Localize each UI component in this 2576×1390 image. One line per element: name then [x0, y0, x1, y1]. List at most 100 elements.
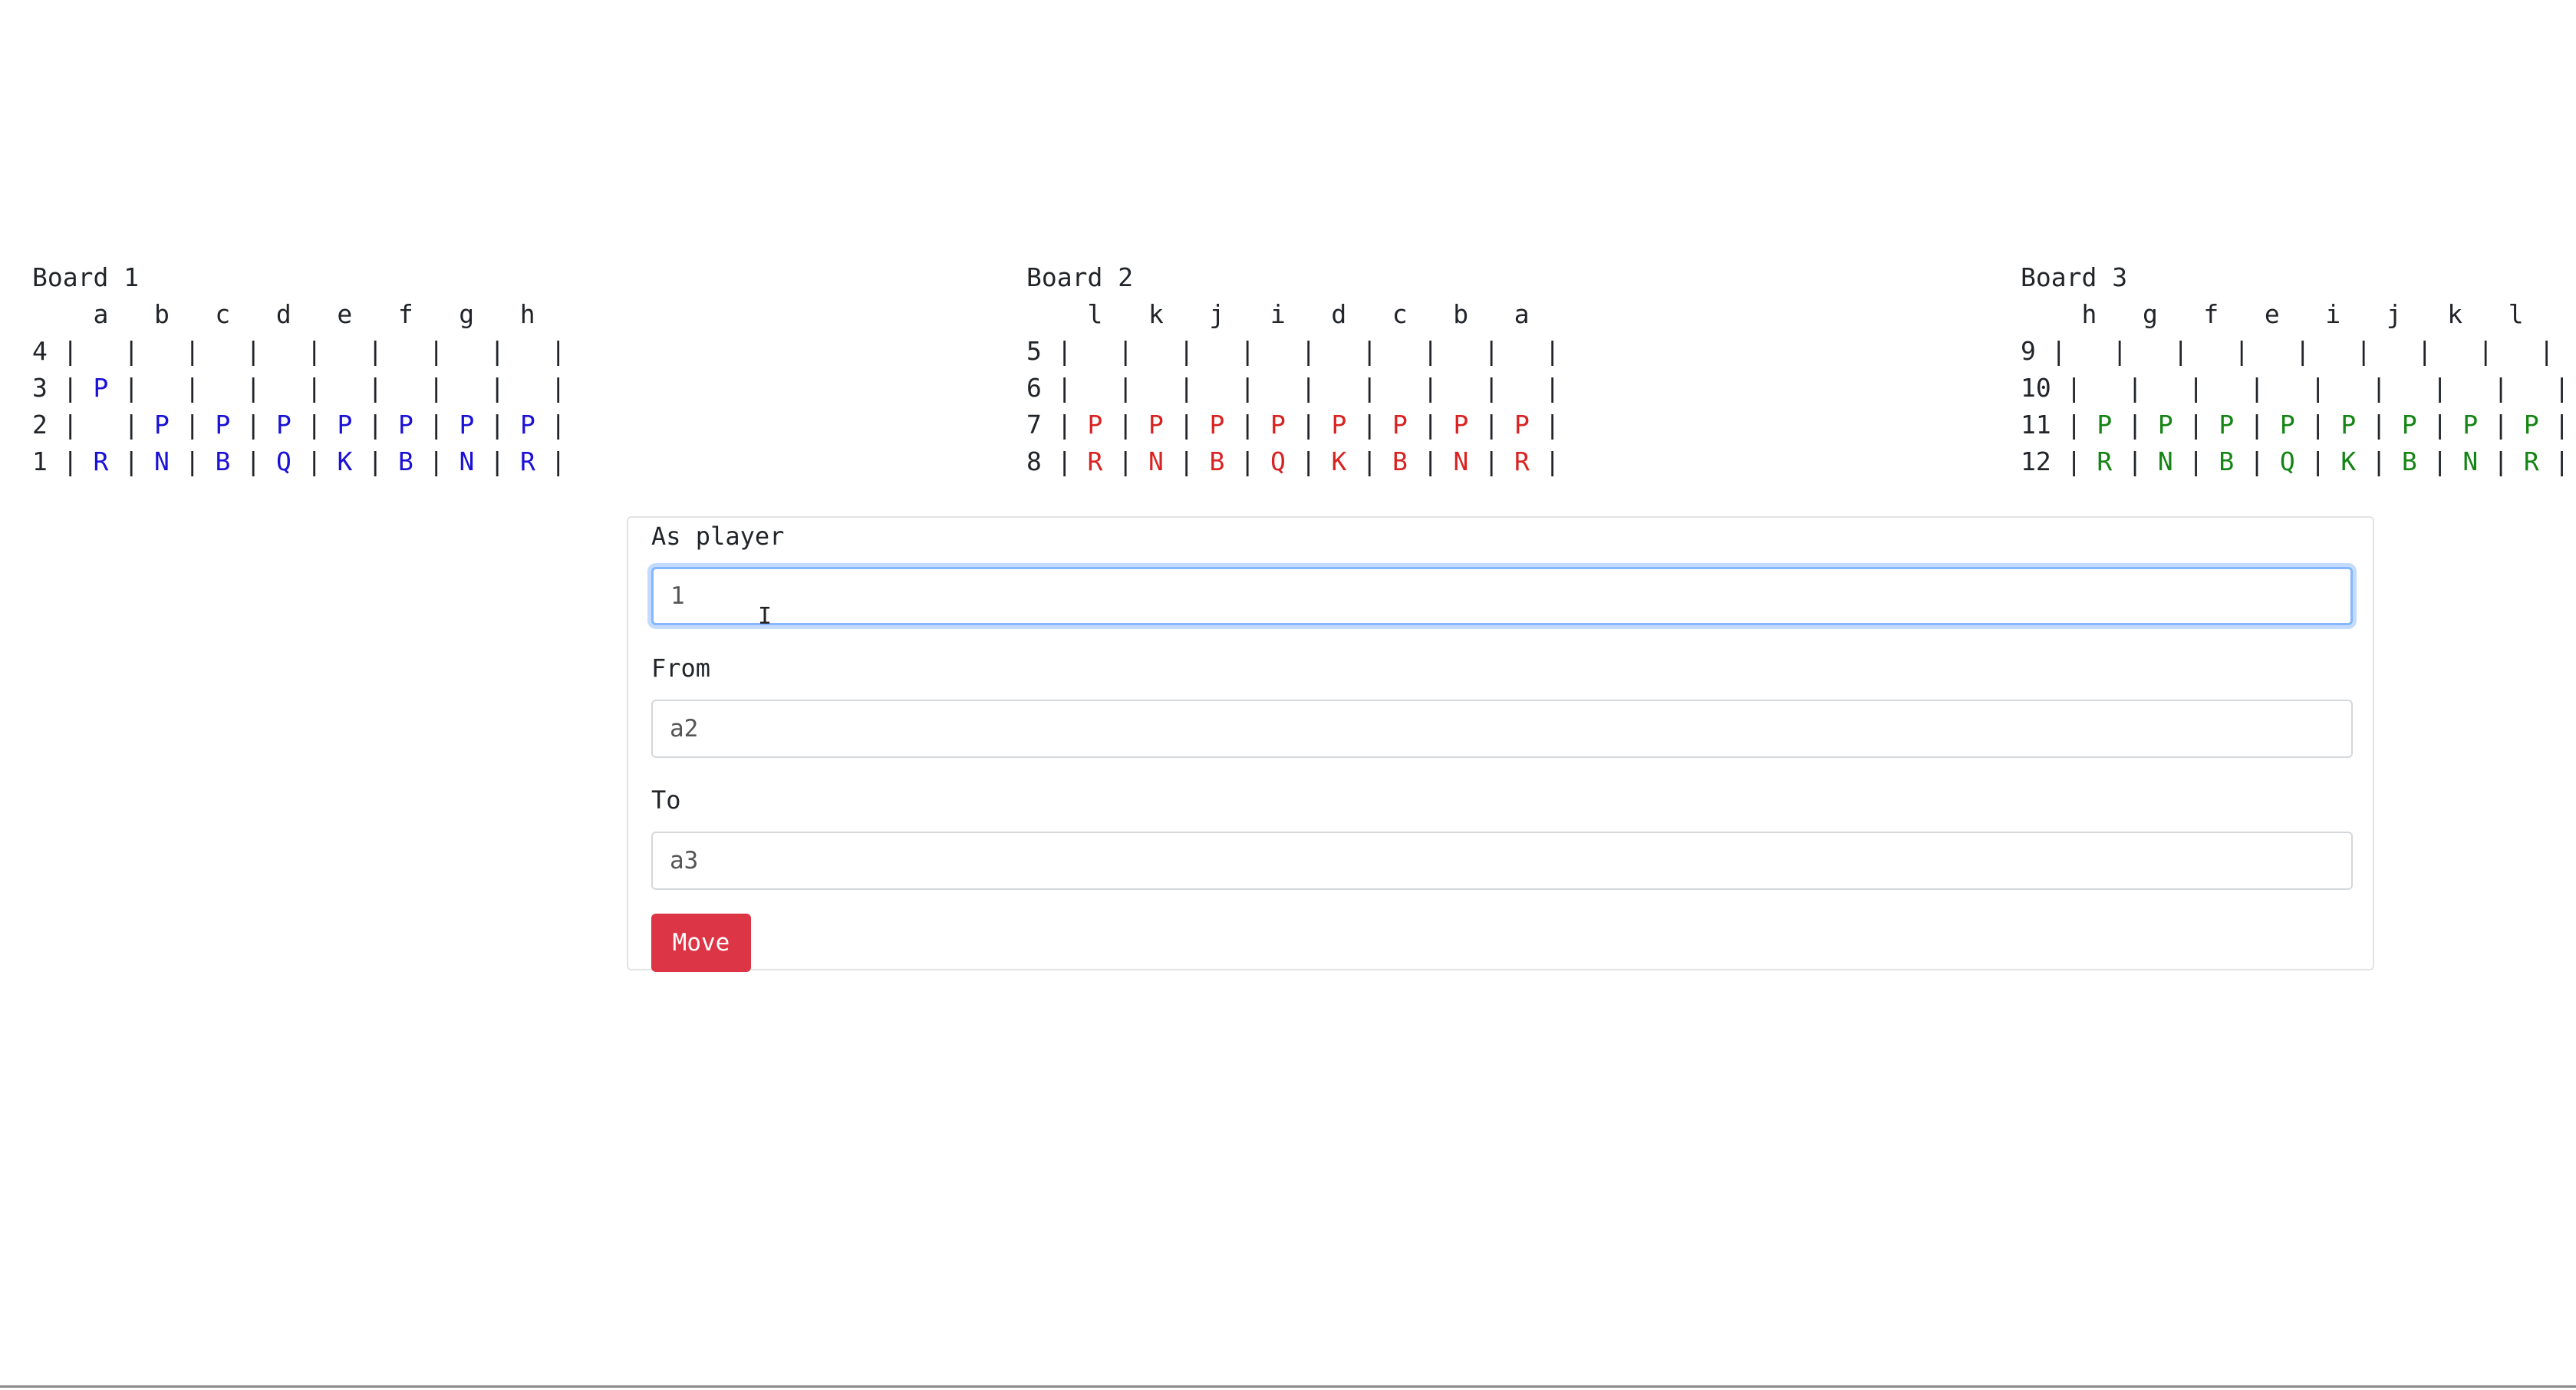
- chess-piece: P: [337, 410, 353, 440]
- empty-square: [398, 373, 413, 403]
- chess-piece: N: [2462, 446, 2479, 476]
- empty-square: [1210, 336, 1225, 366]
- chess-piece: R: [2097, 446, 2113, 476]
- board-row: 1 | R | N | B | Q | K | B | N | R |: [32, 446, 566, 476]
- chess-piece: K: [1331, 446, 1347, 476]
- board-row: 12 | R | N | B | Q | K | B | N | R |: [2021, 446, 2570, 476]
- chess-piece: Q: [276, 446, 292, 476]
- chess-piece: P: [2097, 410, 2113, 440]
- empty-square: [94, 336, 109, 366]
- move-button[interactable]: Move: [651, 914, 751, 972]
- empty-square: [338, 336, 353, 366]
- chess-piece: P: [520, 410, 535, 440]
- empty-square: [276, 336, 292, 366]
- chess-piece: P: [1209, 410, 1225, 440]
- empty-square: [154, 336, 170, 366]
- empty-square: [520, 336, 535, 366]
- chess-piece: P: [154, 410, 170, 440]
- chess-piece: P: [1514, 410, 1530, 440]
- to-label: To: [651, 786, 681, 815]
- board-header: h g f e i j k l: [2021, 299, 2524, 329]
- chess-piece: P: [1148, 410, 1164, 440]
- rank-label: 7: [1026, 410, 1042, 440]
- board-rows: 9 | | | | | | | | | 10 | | | | | | | | | 1…: [2021, 333, 2570, 480]
- empty-square: [2219, 373, 2234, 403]
- board-row: 7 | P | P | P | P | P | P | P | P |: [1026, 410, 1560, 440]
- from-input[interactable]: [651, 700, 2353, 758]
- board-row: 11 | P | P | P | P | P | P | P | P |: [2021, 410, 2570, 440]
- board-title: Board 1: [32, 262, 140, 292]
- empty-square: [2340, 373, 2356, 403]
- empty-square: [460, 373, 475, 403]
- chess-piece: B: [1209, 446, 1225, 476]
- empty-square: [1088, 373, 1103, 403]
- empty-square: [398, 336, 413, 366]
- board-row: 4 | | | | | | | | |: [32, 336, 566, 366]
- board-row: 6 | | | | | | | | |: [1026, 373, 1560, 403]
- chess-piece: P: [459, 410, 475, 440]
- empty-square: [2326, 336, 2341, 366]
- empty-square: [2158, 373, 2173, 403]
- chess-piece: B: [2219, 446, 2235, 476]
- empty-square: [2097, 373, 2112, 403]
- board-3: Board 3 h g f e i j k l 9 | | | | | | | …: [2021, 259, 2570, 480]
- chess-piece: P: [1331, 410, 1347, 440]
- empty-square: [1270, 373, 1286, 403]
- board-1: Board 1 a b c d e f g h 4 | | | | | | | …: [32, 259, 566, 480]
- empty-square: [2280, 373, 2295, 403]
- chess-piece: P: [2401, 410, 2417, 440]
- rank-label: 12: [2021, 446, 2051, 476]
- board-rows: 4 | | | | | | | | | 3 | P | | | | | | | |…: [32, 333, 566, 480]
- empty-square: [2204, 336, 2219, 366]
- to-input[interactable]: [651, 832, 2353, 890]
- empty-square: [1514, 373, 1530, 403]
- chess-piece: P: [2279, 410, 2295, 440]
- chess-piece: B: [2401, 446, 2417, 476]
- chess-piece: P: [2462, 410, 2479, 440]
- chess-piece: P: [2157, 410, 2173, 440]
- empty-square: [216, 336, 231, 366]
- rank-label: 11: [2021, 410, 2051, 440]
- empty-square: [2265, 336, 2280, 366]
- board-title: Board 2: [1026, 262, 1134, 292]
- empty-square: [216, 373, 231, 403]
- chess-piece: P: [1453, 410, 1469, 440]
- empty-square: [1088, 336, 1103, 366]
- chess-piece: K: [2340, 446, 2357, 476]
- window-bottom-border: [0, 1385, 2576, 1388]
- chess-piece: N: [2157, 446, 2173, 476]
- rank-label: 2: [32, 410, 48, 440]
- empty-square: [1332, 336, 1347, 366]
- board-header: l k j i d c b a: [1026, 299, 1530, 329]
- empty-square: [1210, 373, 1225, 403]
- empty-square: [520, 373, 535, 403]
- chess-piece: K: [337, 446, 353, 476]
- chess-piece: N: [1148, 446, 1164, 476]
- board-row: 5 | | | | | | | | |: [1026, 336, 1560, 366]
- empty-square: [1392, 336, 1408, 366]
- chess-piece: R: [1087, 446, 1103, 476]
- rank-label: 10: [2021, 373, 2051, 403]
- chess-piece: P: [2340, 410, 2357, 440]
- chess-piece: P: [398, 410, 413, 440]
- player-input[interactable]: [651, 567, 2353, 625]
- board-header: a b c d e f g h: [32, 299, 535, 329]
- empty-square: [2462, 373, 2478, 403]
- chess-piece: P: [93, 373, 109, 403]
- chess-piece: P: [2523, 410, 2539, 440]
- chess-piece: R: [93, 446, 109, 476]
- chess-piece: Q: [1270, 446, 1286, 476]
- empty-square: [154, 373, 170, 403]
- chess-piece: N: [459, 446, 475, 476]
- rank-label: 8: [1026, 446, 1042, 476]
- empty-square: [1148, 336, 1164, 366]
- chess-piece: P: [1392, 410, 1408, 440]
- empty-square: [1270, 336, 1286, 366]
- chess-piece: P: [276, 410, 292, 440]
- empty-square: [2448, 336, 2463, 366]
- board-2: Board 2 l k j i d c b a 5 | | | | | | | …: [1026, 259, 1560, 480]
- empty-square: [2508, 336, 2524, 366]
- chess-piece: B: [215, 446, 231, 476]
- empty-square: [1454, 373, 1469, 403]
- chess-piece: P: [2219, 410, 2235, 440]
